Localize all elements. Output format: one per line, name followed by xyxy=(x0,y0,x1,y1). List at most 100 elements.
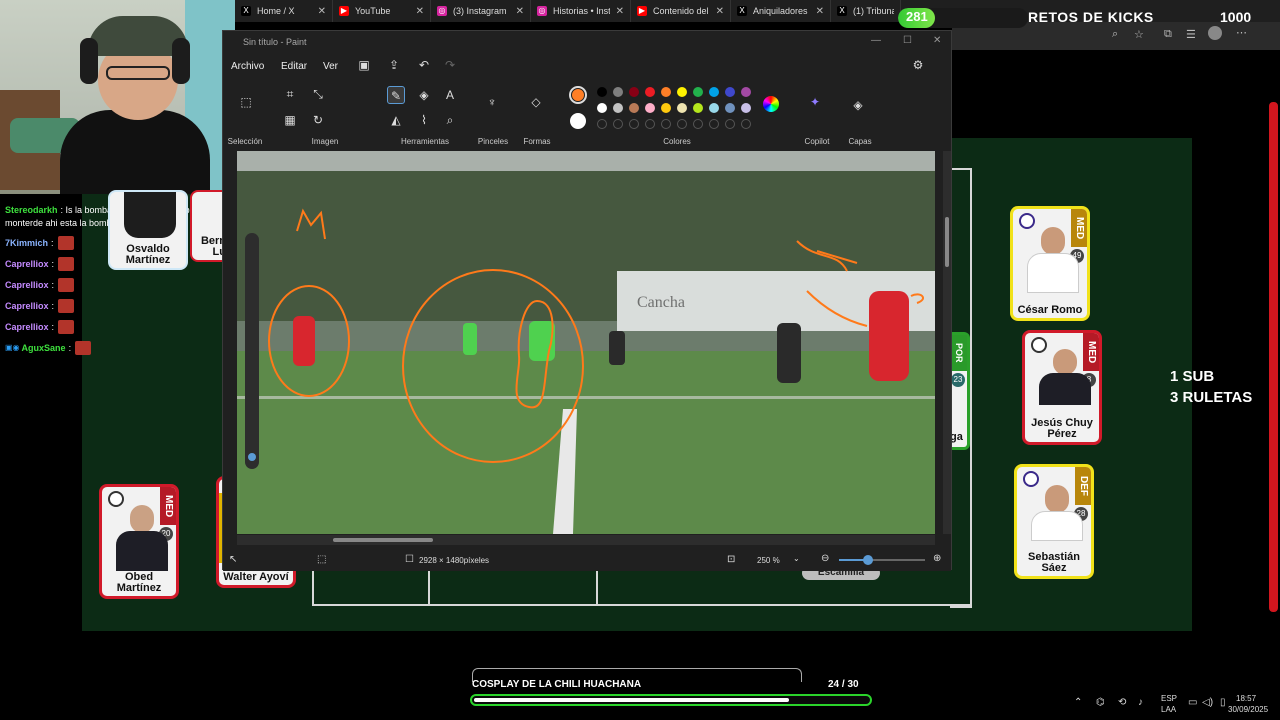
clock-time[interactable]: 18:57 xyxy=(1236,694,1256,703)
scroll-thumb[interactable] xyxy=(333,538,433,542)
crop-icon[interactable]: ⌗ xyxy=(281,85,299,103)
color-swatch[interactable] xyxy=(709,87,719,97)
fit-icon[interactable]: ⊡ xyxy=(727,554,735,565)
color-swatch[interactable] xyxy=(613,87,623,97)
color-swatch[interactable] xyxy=(725,87,735,97)
player-card-obed[interactable]: MED 20 Obed Martínez xyxy=(99,484,179,599)
mic-icon[interactable]: ♪ xyxy=(1138,697,1143,708)
secondary-color-swatch[interactable] xyxy=(570,113,586,129)
chevron-up-icon[interactable]: ⌃ xyxy=(1074,697,1082,708)
share-icon[interactable]: ⇪ xyxy=(385,56,403,74)
player-card-osvaldo[interactable]: Osvaldo Martínez xyxy=(108,190,188,270)
slider-thumb[interactable] xyxy=(248,453,256,461)
browser-tab[interactable]: X Aniquiladores FC ✕ xyxy=(731,0,831,22)
battery-icon[interactable]: ▯ xyxy=(1220,697,1226,708)
browser-tab[interactable]: ◎ (3) Instagram ✕ xyxy=(431,0,531,22)
clock-date[interactable]: 30/09/2025 xyxy=(1228,705,1268,714)
menu-editar[interactable]: Editar xyxy=(281,61,307,72)
close-icon[interactable]: ✕ xyxy=(933,35,941,46)
save-icon[interactable]: ▣ xyxy=(355,56,373,74)
volume-icon[interactable]: ◁) xyxy=(1202,697,1213,708)
close-icon[interactable]: ✕ xyxy=(416,6,424,17)
player-card-sebastian[interactable]: DEF 28 Sebastián Sáez xyxy=(1014,464,1094,579)
select-all-icon[interactable]: ▦ xyxy=(281,111,299,129)
color-swatch[interactable] xyxy=(741,87,751,97)
menu-archivo[interactable]: Archivo xyxy=(231,61,264,72)
color-swatch[interactable] xyxy=(677,87,687,97)
scroll-thumb[interactable] xyxy=(945,217,949,267)
close-icon[interactable]: ✕ xyxy=(616,6,624,17)
copilot-icon[interactable]: ✦ xyxy=(806,93,824,111)
player-card-goalkeeper[interactable]: POR 23 ga xyxy=(950,332,970,450)
favorites-icon[interactable]: ☰ xyxy=(1186,28,1196,41)
custom-color-slot[interactable] xyxy=(613,119,623,129)
zoom-level[interactable]: 250 % xyxy=(757,556,780,565)
paint-canvas[interactable]: Cancha xyxy=(237,151,935,534)
color-picker-icon[interactable]: ⌇ xyxy=(415,111,433,129)
zoom-in-icon[interactable]: ⊕ xyxy=(933,553,941,564)
browser-tab[interactable]: ▶ YouTube ✕ xyxy=(333,0,431,22)
color-swatch[interactable] xyxy=(645,103,655,113)
zoom-out-icon[interactable]: ⊖ xyxy=(821,553,829,564)
custom-color-slot[interactable] xyxy=(677,119,687,129)
browser-tab[interactable]: X Home / X ✕ xyxy=(235,0,333,22)
language-code[interactable]: ESP xyxy=(1161,694,1177,703)
fill-icon[interactable]: ◈ xyxy=(415,86,433,104)
maximize-icon[interactable]: ☐ xyxy=(903,35,912,46)
close-icon[interactable]: ✕ xyxy=(318,6,326,17)
vertical-scrollbar[interactable] xyxy=(943,151,951,534)
minimize-icon[interactable]: — xyxy=(871,35,881,46)
magnifier-icon[interactable]: ⌕ xyxy=(441,111,459,129)
custom-color-slot[interactable] xyxy=(597,119,607,129)
color-swatch[interactable] xyxy=(709,103,719,113)
brush-size-slider[interactable] xyxy=(245,233,259,469)
color-swatch[interactable] xyxy=(661,87,671,97)
star-icon[interactable]: ☆ xyxy=(1134,28,1144,41)
color-swatch[interactable] xyxy=(693,103,703,113)
custom-color-slot[interactable] xyxy=(709,119,719,129)
color-swatch[interactable] xyxy=(629,87,639,97)
select-icon[interactable]: ⬚ xyxy=(237,93,255,111)
color-swatch[interactable] xyxy=(661,103,671,113)
color-swatch[interactable] xyxy=(597,87,607,97)
page-scrollbar[interactable] xyxy=(1269,102,1278,612)
player-card-cesar[interactable]: MED 49 César Romo xyxy=(1010,206,1090,321)
horizontal-scrollbar[interactable] xyxy=(237,535,935,545)
custom-color-slot[interactable] xyxy=(741,119,751,129)
settings-icon[interactable]: ⚙ xyxy=(909,56,927,74)
custom-color-slot[interactable] xyxy=(645,119,655,129)
close-icon[interactable]: ✕ xyxy=(716,6,724,17)
custom-color-slot[interactable] xyxy=(693,119,703,129)
custom-color-slot[interactable] xyxy=(661,119,671,129)
custom-color-slot[interactable] xyxy=(725,119,735,129)
color-swatch[interactable] xyxy=(645,87,655,97)
eraser-icon[interactable]: ◭ xyxy=(387,111,405,129)
color-swatch[interactable] xyxy=(693,87,703,97)
pencil-icon[interactable]: ✎ xyxy=(387,86,405,104)
color-swatch[interactable] xyxy=(741,103,751,113)
color-swatch[interactable] xyxy=(677,103,687,113)
avatar[interactable] xyxy=(1208,26,1222,40)
undo-icon[interactable]: ↶ xyxy=(415,56,433,74)
brush-icon[interactable]: ♆ xyxy=(483,93,501,111)
zoom-slider[interactable] xyxy=(839,555,925,565)
keyboard-layout[interactable]: LAA xyxy=(1161,705,1176,714)
rotate-icon[interactable]: ↻ xyxy=(309,111,327,129)
browser-tab[interactable]: ▶ Contenido del ca ✕ xyxy=(631,0,731,22)
text-icon[interactable]: A xyxy=(441,86,459,104)
primary-color-swatch[interactable] xyxy=(569,86,587,104)
custom-color-slot[interactable] xyxy=(629,119,639,129)
close-icon[interactable]: ✕ xyxy=(816,6,824,17)
sync-icon[interactable]: ⟲ xyxy=(1118,697,1126,708)
monitor-icon[interactable]: ▭ xyxy=(1188,697,1197,708)
menu-ver[interactable]: Ver xyxy=(323,61,338,72)
zoom-slider-thumb[interactable] xyxy=(863,555,873,565)
chevron-down-icon[interactable]: ⌄ xyxy=(793,554,800,563)
color-swatch[interactable] xyxy=(613,103,623,113)
resize-icon[interactable]: ⤡ xyxy=(309,85,327,103)
browser-tab[interactable]: X (1) Tribuna F xyxy=(831,0,901,22)
zoom-icon[interactable]: ⌕ xyxy=(1112,28,1118,41)
redo-icon[interactable]: ↷ xyxy=(441,56,459,74)
color-swatch[interactable] xyxy=(597,103,607,113)
layers-icon[interactable]: ◈ xyxy=(849,96,867,114)
